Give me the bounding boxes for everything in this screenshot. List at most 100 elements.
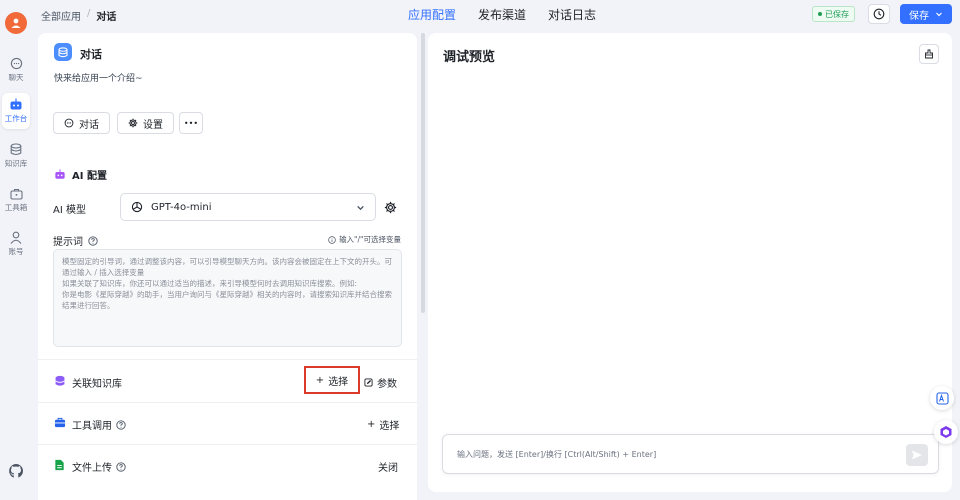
chevron-down-icon [357,205,364,210]
help-circle-icon[interactable] [116,419,126,430]
send-icon [912,450,922,460]
prompt-hint-text: 输入"/"可选择变量 [339,235,401,244]
chevron-down-icon [936,12,942,17]
nav-item-toolbox[interactable]: 工具箱 [0,182,32,218]
nav-item-account[interactable]: 账号 [0,226,32,262]
tab-chat-logs[interactable]: 对话日志 [548,6,596,23]
nav-item-knowledge[interactable]: 知识库 [0,138,32,174]
save-button[interactable]: 保存 [900,4,952,24]
translate-float-button[interactable] [930,386,954,410]
saved-status-badge: 已保存 [812,6,855,22]
chat-button[interactable]: 对话 [53,112,110,134]
send-button[interactable] [906,444,928,466]
chat-bubble-icon [10,57,22,70]
config-card: AI 配置 AI 模型 GPT-4o-mini 提示词 输入"/"可选择变量 模… [38,156,417,500]
assistant-float-button[interactable] [934,420,958,444]
chat-input[interactable]: 输入问题，发送 [Enter]/换行 [Ctrl(Alt/Shift) + En… [442,434,939,474]
help-circle-icon[interactable] [88,235,98,246]
saved-status-text: 已保存 [825,9,849,19]
top-tabs: 应用配置 发布渠道 对话日志 [408,6,596,23]
prompt-variable-hint: 输入"/"可选择变量 [328,234,401,245]
clock-icon [873,8,885,20]
config-scrollbar[interactable] [421,33,425,313]
debug-preview-panel: 调试预览 输入问题，发送 [Enter]/换行 [Ctrl(Alt/Shift)… [428,33,952,492]
breadcrumb-current: 对话 [96,12,117,23]
plus-icon: + [315,374,325,386]
breadcrumb-root[interactable]: 全部应用 [41,8,81,23]
avatar[interactable] [5,12,27,34]
ai-config-title: AI 配置 [72,171,107,182]
prompt-label: 提示词 [53,237,83,248]
app-info-card: 对话 快来给应用一个介绍~ 对话 设置 ••• [38,33,417,172]
info-icon [328,235,336,244]
chat-bubble-icon [64,118,74,128]
nav-label-workbench: 工作台 [4,114,28,123]
model-select[interactable]: GPT-4o-mini [120,193,376,221]
more-button[interactable]: ••• [179,112,203,134]
file-upload-label: 文件上传 [72,463,112,474]
clear-chat-button[interactable] [919,44,939,64]
app-icon [54,43,72,61]
edit-icon [364,378,373,387]
ai-config-header: AI 配置 [54,167,107,182]
chat-input-placeholder: 输入问题，发送 [Enter]/换行 [Ctrl(Alt/Shift) + En… [457,449,657,459]
file-upload-status: 关闭 [378,463,398,474]
file-upload-label-row: 文件上传 [72,459,126,474]
file-upload-toggle[interactable]: 关闭 [378,459,398,474]
more-icon: ••• [183,118,199,128]
plus-icon: + [367,419,376,430]
history-button[interactable] [868,4,890,24]
nav-label-knowledge: 知识库 [4,159,28,168]
database-icon [58,46,68,57]
robot-icon [10,98,22,110]
breadcrumb-separator: / [87,8,91,19]
robot-icon [55,169,65,179]
knowledge-select-button[interactable]: + 选择 [304,366,360,394]
divider [38,444,417,445]
tools-label: 工具调用 [72,421,112,432]
divider [38,359,417,360]
left-nav: 聊天 工作台 知识库 工具箱 账号 [0,0,32,500]
tools-select-label: 选择 [379,421,400,432]
nav-label-toolbox: 工具箱 [4,202,28,212]
toolbox-icon [9,188,23,200]
tools-select-button[interactable]: + 选择 [367,417,399,432]
file-icon [55,459,64,471]
prompt-placeholder: 模型固定的引导词，通过调整该内容，可以引导模型聊天方向。该内容会被固定在上下文的… [62,257,392,310]
broom-icon [925,49,933,59]
app-intro[interactable]: 快来给应用一个介绍~ [54,71,143,84]
nav-item-workbench[interactable]: 工作台 [2,93,30,129]
app-name: 对话 [80,48,102,61]
chat-button-label: 对话 [79,119,99,131]
knowledge-select-label: 选择 [328,376,349,388]
help-circle-icon[interactable] [116,461,126,472]
user-avatar-icon [11,18,21,28]
nav-label-chat: 聊天 [8,73,24,82]
hexagon-logo-icon [940,426,952,438]
tab-publish-channels[interactable]: 发布渠道 [478,6,526,23]
translate-icon [935,391,949,405]
nav-item-chat[interactable]: 聊天 [0,52,32,88]
settings-button[interactable]: 设置 [117,112,174,134]
gear-icon [128,118,138,128]
prompt-textarea[interactable]: 模型固定的引导词，通过调整该内容，可以引导模型聊天方向。该内容会被固定在上下文的… [53,249,402,347]
settings-button-label: 设置 [143,119,163,131]
knowledge-params-button[interactable]: 参数 [364,375,397,390]
toolbox-icon [54,417,66,428]
knowledge-base-icon [55,375,65,386]
breadcrumb: 全部应用 / 对话 [41,8,116,23]
model-settings-gear-icon[interactable] [384,201,397,214]
top-bar: 全部应用 / 对话 应用配置 发布渠道 对话日志 已保存 保存 [32,0,960,28]
knowledge-params-label: 参数 [377,379,397,390]
github-icon[interactable] [8,463,24,479]
openai-logo-icon [131,201,143,213]
save-button-label: 保存 [909,10,929,22]
preview-title: 调试预览 [443,50,496,65]
tab-app-config[interactable]: 应用配置 [408,6,456,23]
divider [38,402,417,403]
status-dot-icon [818,12,822,16]
knowledge-label: 关联知识库 [72,379,122,390]
user-icon [10,231,22,244]
nav-label-account: 账号 [8,247,24,256]
prompt-label-row: 提示词 [53,233,98,248]
